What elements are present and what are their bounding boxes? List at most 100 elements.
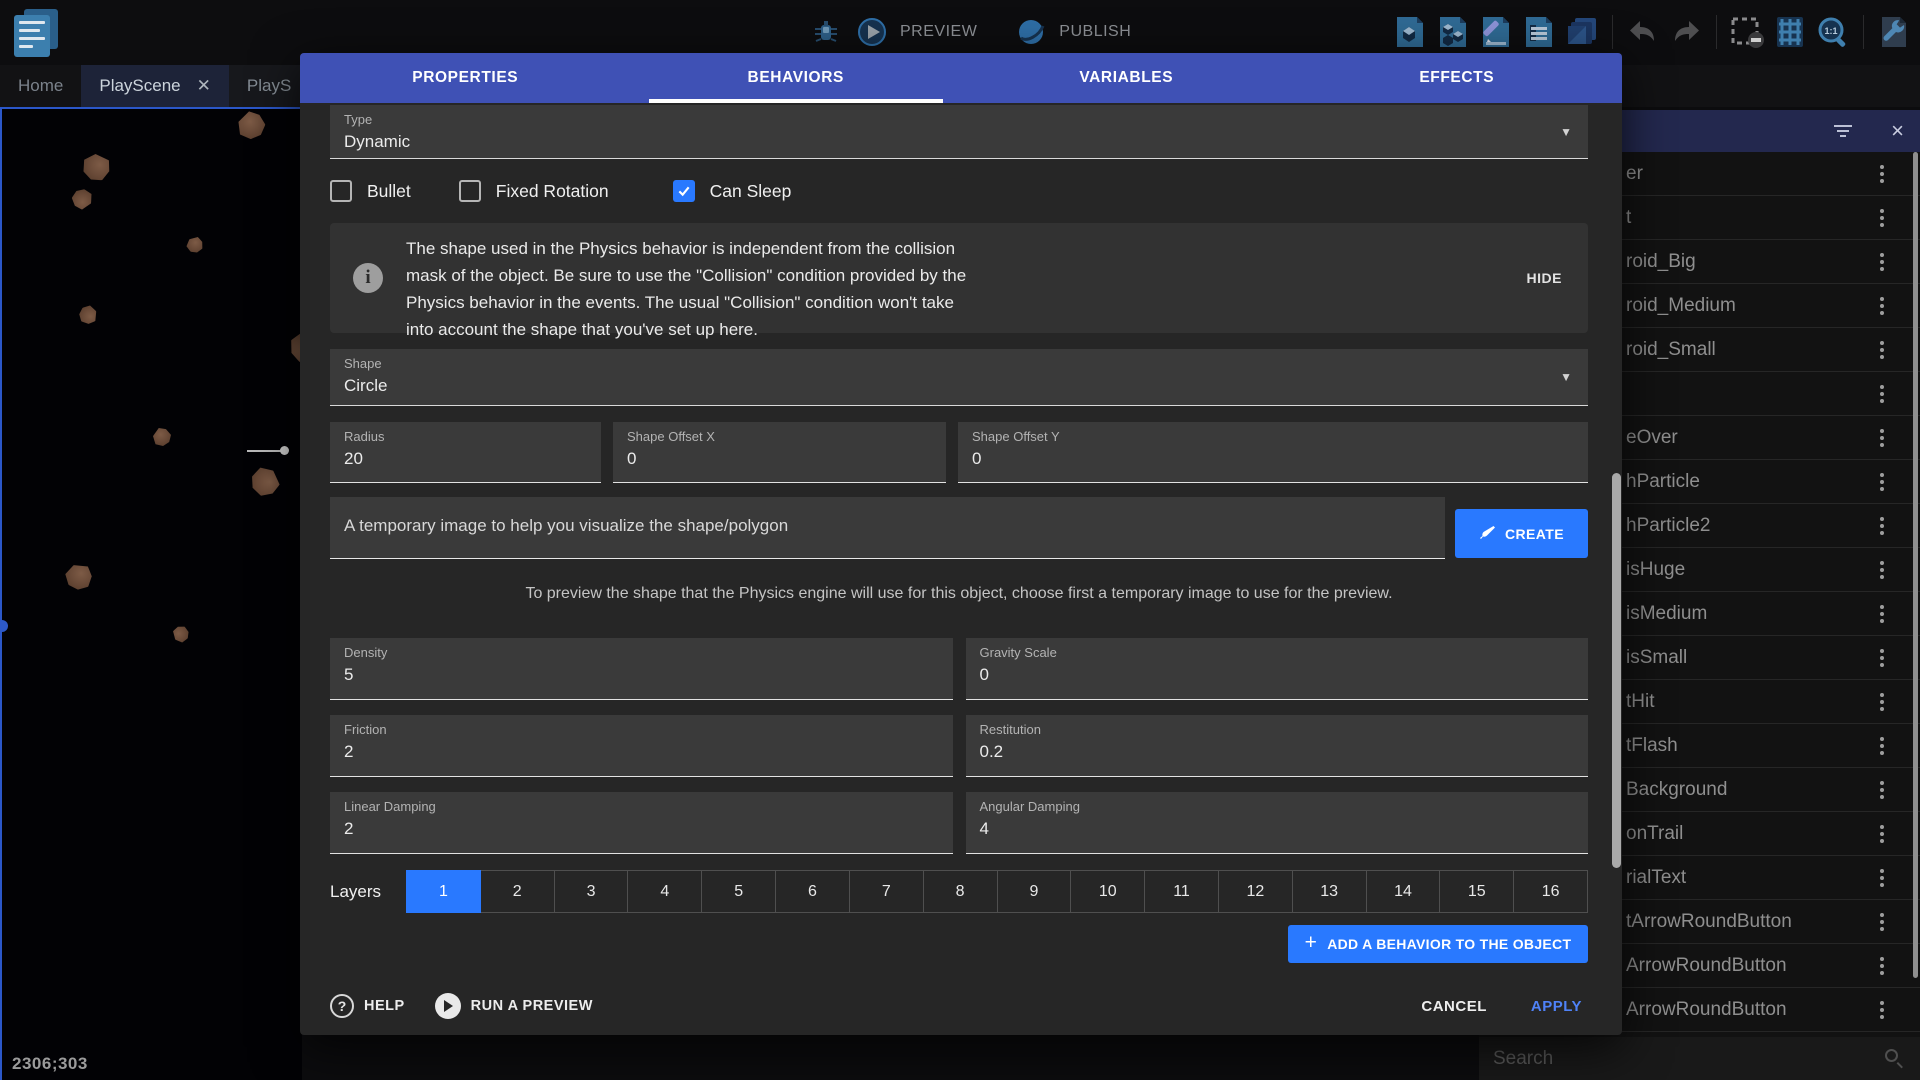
layer-cell-14[interactable]: 14 — [1366, 870, 1441, 913]
layer-cell-8[interactable]: 8 — [923, 870, 998, 913]
item-menu-icon[interactable] — [1880, 825, 1884, 843]
temp-image-field[interactable]: A temporary image to help you visualize … — [330, 497, 1445, 559]
gizmo-handle[interactable] — [280, 446, 289, 455]
shape-dropdown[interactable]: Shape Circle ▼ — [330, 349, 1588, 406]
shape-offset-x-field[interactable]: Shape Offset X 0 — [613, 422, 946, 483]
search-bar[interactable]: Search — [1479, 1037, 1920, 1080]
instances-icon[interactable] — [1435, 14, 1471, 50]
preview-label[interactable]: PREVIEW — [900, 23, 977, 41]
layer-cell-13[interactable]: 13 — [1292, 870, 1367, 913]
item-menu-icon[interactable] — [1880, 297, 1884, 315]
checked-checkbox-icon[interactable] — [673, 180, 695, 202]
mask-icon[interactable] — [1729, 14, 1765, 50]
radius-field[interactable]: Radius 20 — [330, 422, 601, 483]
hide-button[interactable]: HIDE — [1527, 270, 1562, 286]
run-preview-icon[interactable] — [435, 993, 461, 1019]
add-behavior-button[interactable]: + ADD A BEHAVIOR TO THE OBJECT — [1288, 925, 1588, 963]
shape-offset-y-field[interactable]: Shape Offset Y 0 — [958, 422, 1588, 483]
asteroid-object[interactable] — [69, 186, 95, 212]
tab-home[interactable]: Home — [0, 65, 81, 107]
item-menu-icon[interactable] — [1880, 737, 1884, 755]
dialog-tab-properties[interactable]: PROPERTIES — [300, 53, 631, 103]
layer-cell-11[interactable]: 11 — [1144, 870, 1219, 913]
item-menu-icon[interactable] — [1880, 957, 1884, 975]
publish-label[interactable]: PUBLISH — [1059, 23, 1131, 41]
asteroid-object[interactable] — [80, 151, 111, 182]
project-manager-icon[interactable] — [14, 9, 60, 57]
preview-play-icon[interactable] — [854, 14, 890, 50]
item-menu-icon[interactable] — [1880, 913, 1884, 931]
asteroid-object[interactable] — [170, 623, 193, 646]
item-menu-icon[interactable] — [1880, 693, 1884, 711]
cancel-button[interactable]: CANCEL — [1421, 998, 1487, 1015]
item-menu-icon[interactable] — [1880, 165, 1884, 183]
layers-icon[interactable] — [1564, 14, 1600, 50]
redo-icon[interactable] — [1668, 14, 1704, 50]
layer-cell-7[interactable]: 7 — [849, 870, 924, 913]
events-sheet-icon[interactable] — [1521, 14, 1557, 50]
undo-icon[interactable] — [1625, 14, 1661, 50]
apply-button[interactable]: APPLY — [1531, 998, 1582, 1015]
filter-icon[interactable] — [1833, 125, 1853, 137]
asteroid-object[interactable] — [184, 234, 207, 257]
run-preview-button[interactable]: RUN A PREVIEW — [471, 998, 593, 1014]
grid-icon[interactable] — [1772, 14, 1808, 50]
layer-cell-3[interactable]: 3 — [554, 870, 629, 913]
item-menu-icon[interactable] — [1880, 1001, 1884, 1019]
scene-origin-handle[interactable] — [0, 620, 8, 632]
item-menu-icon[interactable] — [1880, 561, 1884, 579]
asteroid-object[interactable] — [153, 428, 171, 446]
tab-playscene[interactable]: PlayScene ✕ — [81, 65, 229, 107]
item-menu-icon[interactable] — [1880, 429, 1884, 447]
checkbox-can-sleep[interactable]: Can Sleep — [673, 180, 792, 202]
type-dropdown[interactable]: Type Dynamic ▼ — [330, 105, 1588, 159]
panel-scrollbar[interactable] — [1913, 152, 1918, 978]
item-menu-icon[interactable] — [1880, 869, 1884, 887]
help-button[interactable]: HELP — [364, 998, 405, 1014]
item-menu-icon[interactable] — [1880, 385, 1884, 403]
asteroid-object[interactable] — [246, 463, 284, 501]
publish-planet-icon[interactable] — [1013, 14, 1049, 50]
dialog-tab-variables[interactable]: VARIABLES — [961, 53, 1292, 103]
zoom-1-1-icon[interactable]: 1:1 — [1815, 14, 1851, 50]
layer-cell-16[interactable]: 16 — [1513, 870, 1588, 913]
item-menu-icon[interactable] — [1880, 605, 1884, 623]
item-menu-icon[interactable] — [1880, 253, 1884, 271]
layer-cell-12[interactable]: 12 — [1218, 870, 1293, 913]
layer-cell-1[interactable]: 1 — [406, 870, 481, 913]
gravity-scale-field[interactable]: Gravity Scale 0 — [966, 638, 1589, 700]
asteroid-object[interactable] — [235, 109, 266, 140]
create-button[interactable]: CREATE — [1455, 509, 1588, 558]
item-menu-icon[interactable] — [1880, 649, 1884, 667]
checkbox-bullet[interactable]: Bullet — [330, 180, 411, 202]
help-icon[interactable]: ? — [330, 994, 354, 1018]
item-menu-icon[interactable] — [1880, 341, 1884, 359]
item-menu-icon[interactable] — [1880, 517, 1884, 535]
layer-cell-6[interactable]: 6 — [775, 870, 850, 913]
layer-cell-9[interactable]: 9 — [997, 870, 1072, 913]
unchecked-checkbox-icon[interactable] — [330, 180, 352, 202]
objects-icon[interactable] — [1392, 14, 1428, 50]
wrench-icon[interactable] — [1876, 14, 1912, 50]
search-input[interactable]: Search — [1493, 1048, 1553, 1070]
close-tab-icon[interactable]: ✕ — [197, 76, 211, 96]
layer-cell-5[interactable]: 5 — [701, 870, 776, 913]
unchecked-checkbox-icon[interactable] — [459, 180, 481, 202]
checkbox-fixed-rotation[interactable]: Fixed Rotation — [459, 180, 609, 202]
debugger-icon[interactable] — [808, 14, 844, 50]
asteroid-object[interactable] — [61, 559, 97, 595]
density-field[interactable]: Density 5 — [330, 638, 953, 700]
angular-damping-field[interactable]: Angular Damping 4 — [966, 792, 1589, 854]
scene-editor[interactable]: 2306;303 — [0, 107, 302, 1080]
friction-field[interactable]: Friction 2 — [330, 715, 953, 777]
item-menu-icon[interactable] — [1880, 209, 1884, 227]
asteroid-object[interactable] — [76, 303, 101, 328]
linear-damping-field[interactable]: Linear Damping 2 — [330, 792, 953, 854]
restitution-field[interactable]: Restitution 0.2 — [966, 715, 1589, 777]
layer-cell-15[interactable]: 15 — [1439, 870, 1514, 913]
dialog-tab-effects[interactable]: EFFECTS — [1292, 53, 1623, 103]
item-menu-icon[interactable] — [1880, 473, 1884, 491]
panel-close-icon[interactable]: × — [1891, 120, 1904, 142]
edit-scene-icon[interactable] — [1478, 14, 1514, 50]
layer-cell-10[interactable]: 10 — [1070, 870, 1145, 913]
